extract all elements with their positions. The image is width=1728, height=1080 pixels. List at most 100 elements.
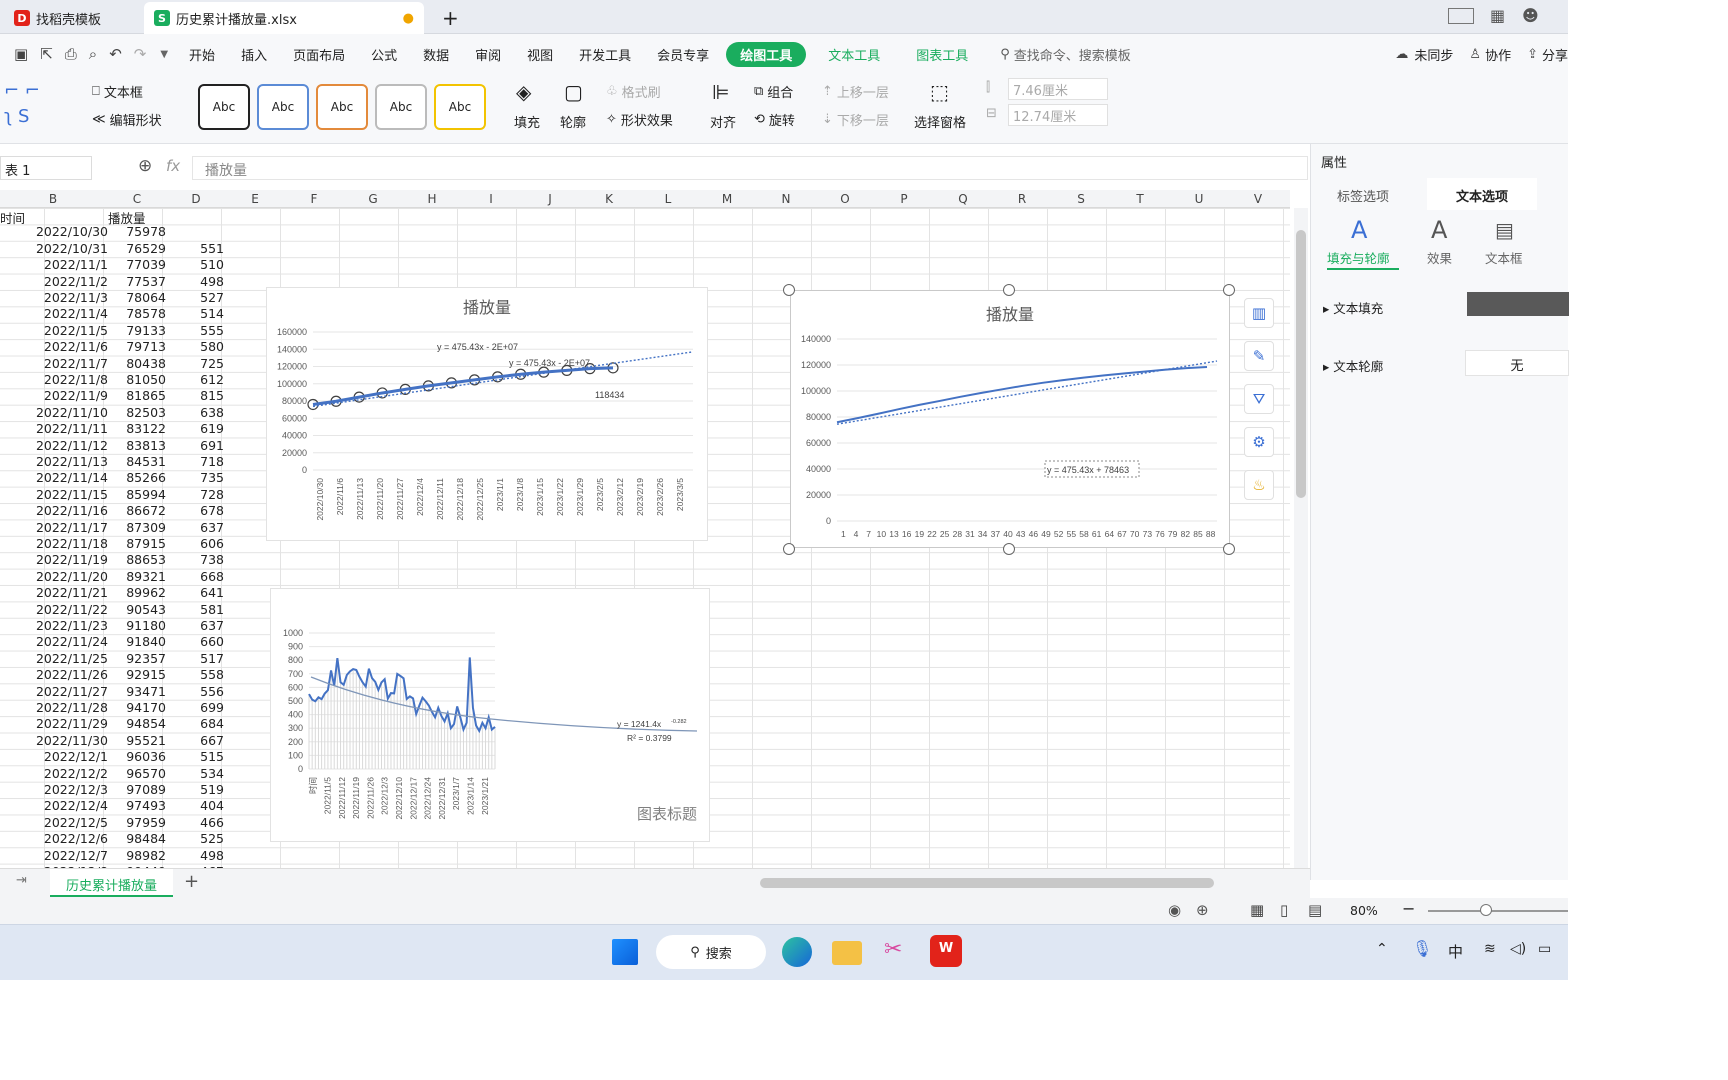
menu-developer[interactable]: 开发工具 (566, 45, 644, 64)
undo-icon[interactable]: ↶ (103, 45, 128, 63)
cell-d[interactable]: 606 (166, 536, 224, 552)
col-header[interactable]: Q (934, 192, 992, 206)
cell-b[interactable]: 2022/11/16 (0, 503, 108, 519)
col-header[interactable]: B (24, 192, 82, 206)
menu-formulas[interactable]: 公式 (358, 45, 410, 64)
cell-b[interactable]: 2022/11/21 (0, 585, 108, 601)
window-layout-icon[interactable] (1448, 8, 1474, 24)
table-row[interactable]: 2022/11/10 82503 638 (0, 405, 224, 421)
col-header[interactable]: C (108, 192, 166, 206)
cell-b[interactable]: 2022/12/1 (0, 749, 108, 765)
menu-member[interactable]: 会员专享 (644, 45, 722, 64)
table-row[interactable]: 2022/11/21 89962 641 (0, 585, 224, 601)
cell-c[interactable]: 97089 (108, 782, 166, 798)
table-row[interactable]: 2022/11/7 80438 725 (0, 356, 224, 372)
zoom-slider[interactable] (1428, 910, 1568, 912)
col-header[interactable]: L (639, 192, 697, 206)
col-header[interactable]: H (403, 192, 461, 206)
tab-drawing-tools[interactable]: 绘图工具 (726, 41, 807, 67)
col-header[interactable]: O (816, 192, 874, 206)
table-row[interactable]: 2022/11/11 83122 619 (0, 421, 224, 437)
table-row[interactable]: 2022/11/3 78064 527 (0, 290, 224, 306)
cell-c[interactable]: 76529 (108, 241, 166, 257)
cell-b[interactable]: 2022/12/5 (0, 815, 108, 831)
table-row[interactable]: 2022/12/5 97959 466 (0, 815, 224, 831)
cell-c[interactable]: 79713 (108, 339, 166, 355)
cell-c[interactable]: 96036 (108, 749, 166, 765)
menu-home[interactable]: 开始 (176, 45, 228, 64)
col-header[interactable]: R (993, 192, 1051, 206)
curve-icon[interactable]: ʅ S (4, 106, 29, 127)
windows-start-icon[interactable] (612, 939, 638, 965)
cell-b[interactable]: 2022/11/27 (0, 684, 108, 700)
shape-style-1[interactable]: Abc (198, 84, 250, 130)
cell-b[interactable]: 2022/11/10 (0, 405, 108, 421)
height-input[interactable]: 7.46厘米 (1008, 78, 1108, 100)
chevron-down-icon[interactable]: ▼ (152, 49, 176, 60)
cell-b[interactable]: 2022/11/4 (0, 306, 108, 322)
new-tab-button[interactable]: + (432, 2, 469, 34)
cell-d[interactable]: 558 (166, 667, 224, 683)
text-fill-icon[interactable]: A (1351, 216, 1367, 244)
volume-icon[interactable]: ◁) (1510, 941, 1526, 957)
cell-d[interactable]: 498 (166, 274, 224, 290)
cell-c[interactable]: 83122 (108, 421, 166, 437)
menu-review[interactable]: 审阅 (462, 45, 514, 64)
menu-insert[interactable]: 插入 (228, 45, 280, 64)
cell-c[interactable]: 88653 (108, 552, 166, 568)
table-row[interactable]: 2022/11/30 95521 667 (0, 733, 224, 749)
cell-c[interactable]: 93471 (108, 684, 166, 700)
table-row[interactable]: 2022/11/29 94854 684 (0, 716, 224, 732)
cell-b[interactable]: 2022/12/6 (0, 831, 108, 847)
cell-d[interactable]: 515 (166, 749, 224, 765)
col-header[interactable]: F (285, 192, 343, 206)
table-row[interactable]: 2022/11/16 86672 678 (0, 503, 224, 519)
cell-c[interactable]: 84531 (108, 454, 166, 470)
avatar-icon[interactable]: ☻ (1522, 6, 1539, 25)
file-explorer-icon[interactable] (832, 941, 862, 965)
vertical-scrollbar[interactable] (1294, 208, 1308, 868)
cell-c[interactable]: 92357 (108, 651, 166, 667)
cell-d[interactable]: 641 (166, 585, 224, 601)
battery-icon[interactable]: ▭ (1538, 941, 1551, 957)
chart-filter-icon[interactable]: ⛛ (1244, 384, 1274, 414)
resize-handle[interactable] (1223, 543, 1235, 555)
add-sheet-button[interactable]: + (184, 871, 199, 892)
fill-outline-tab[interactable]: 填充与轮廓 (1327, 248, 1390, 267)
share-button[interactable]: 分享 (1542, 45, 1568, 64)
header-row[interactable]: 时间 播放量 (0, 208, 166, 226)
table-row[interactable]: 2022/12/1 96036 515 (0, 749, 224, 765)
table-row[interactable]: 2022/11/18 87915 606 (0, 536, 224, 552)
cell-b[interactable]: 2022/11/28 (0, 700, 108, 716)
chart-scatter[interactable]: 播放量 160000 140000 120000 100000 80000 60000 40… (266, 287, 708, 541)
table-row[interactable]: 2022/12/3 97089 519 (0, 782, 224, 798)
textbox-button[interactable]: ⎕ 文本框 (92, 82, 143, 101)
tab-label-options[interactable]: 标签选项 (1337, 186, 1389, 205)
collaborate-button[interactable]: 协作 (1485, 45, 1527, 64)
cell-b[interactable]: 2022/10/31 (0, 241, 108, 257)
edge-icon[interactable] (782, 937, 812, 967)
microphone-icon[interactable]: 🎙 (1412, 939, 1432, 958)
cell-c[interactable]: 77537 (108, 274, 166, 290)
table-row[interactable]: 2022/11/27 93471 556 (0, 684, 224, 700)
taskbar-search[interactable]: ⚲ 搜索 (656, 935, 766, 969)
chart-title[interactable]: 播放量 (267, 294, 707, 318)
table-row[interactable]: 2022/12/6 98484 525 (0, 831, 224, 847)
menu-page-layout[interactable]: 页面布局 (280, 45, 358, 64)
tab-template[interactable]: D 找稻壳模板 (4, 2, 111, 34)
tab-text-options[interactable]: 文本选项 (1427, 178, 1537, 210)
rotate-button[interactable]: ⟲ 旋转 (754, 110, 795, 129)
zoom-slider-thumb[interactable] (1480, 904, 1492, 916)
col-header[interactable]: N (757, 192, 815, 206)
cell-c[interactable]: 96570 (108, 766, 166, 782)
col-header[interactable]: S (1052, 192, 1110, 206)
chart-title[interactable]: 图表标题 (637, 803, 697, 824)
cell-c[interactable]: 89962 (108, 585, 166, 601)
table-row[interactable]: 2022/11/1 77039 510 (0, 257, 224, 273)
cell-b[interactable]: 2022/11/1 (0, 257, 108, 273)
cell-c[interactable]: 82503 (108, 405, 166, 421)
cell-b[interactable]: 2022/11/26 (0, 667, 108, 683)
shape-style-3[interactable]: Abc (316, 84, 368, 130)
shape-style-5[interactable]: Abc (434, 84, 486, 130)
col-header[interactable]: U (1170, 192, 1228, 206)
